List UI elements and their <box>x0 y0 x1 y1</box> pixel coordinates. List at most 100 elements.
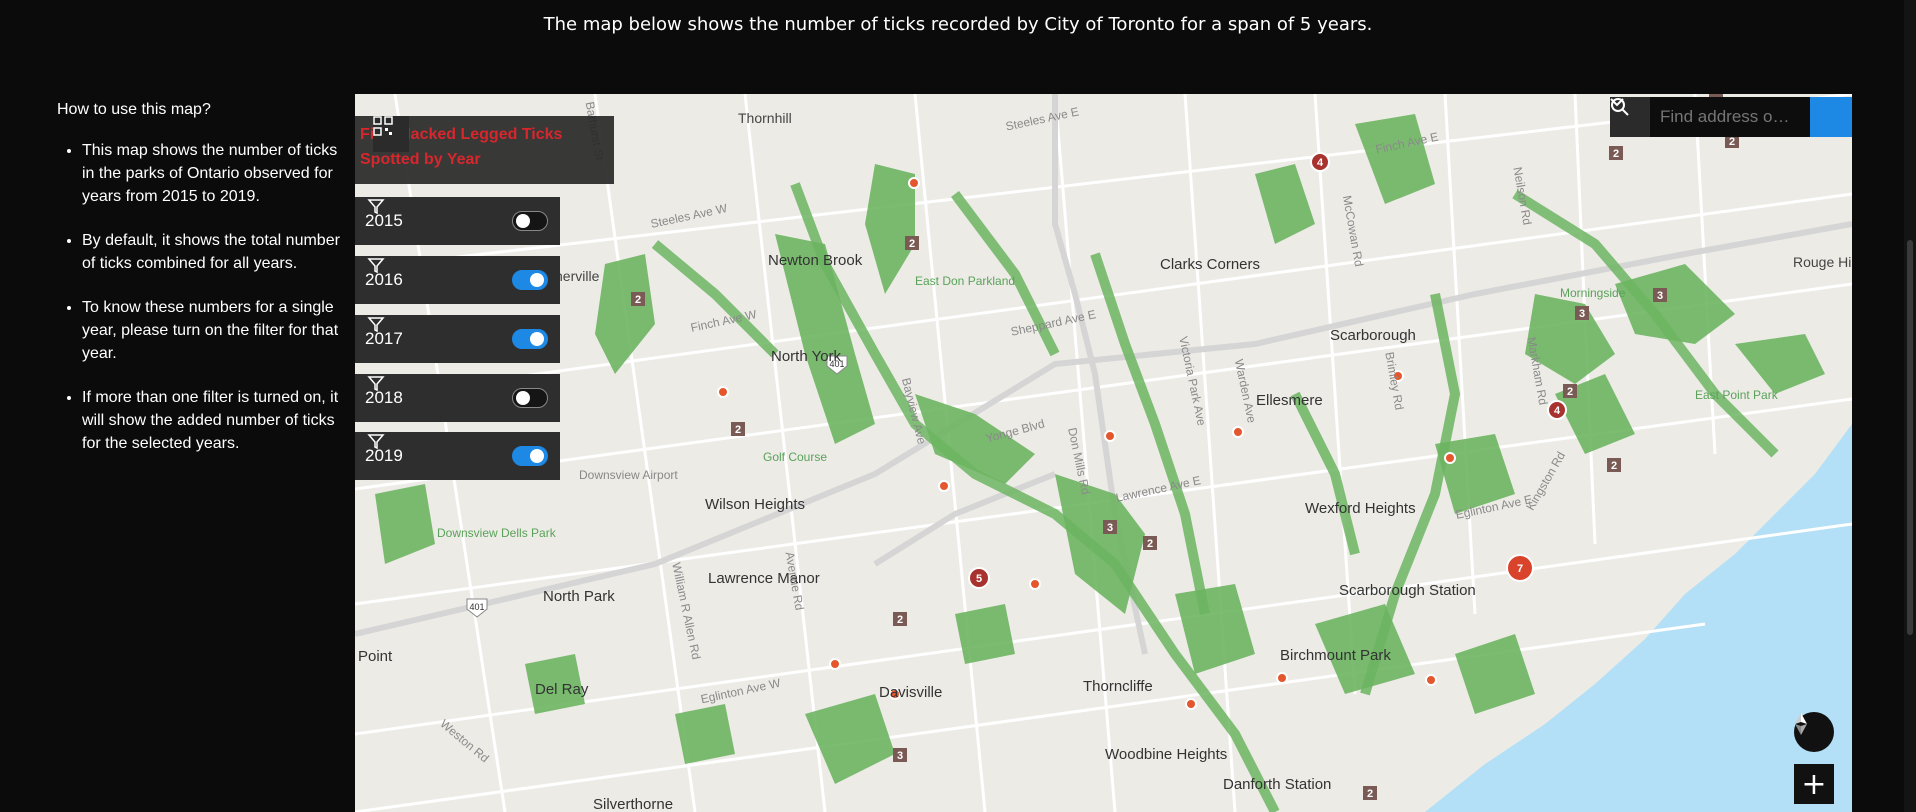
cluster-marker: 3 <box>1575 306 1589 320</box>
cluster-marker: 4 <box>1310 152 1330 172</box>
filter-toggle[interactable] <box>512 329 548 349</box>
how-to-panel: How to use this map? This map shows the … <box>57 98 347 476</box>
place-label: Wexford Heights <box>1305 500 1416 517</box>
park-label: Downsview Dells Park <box>437 526 556 540</box>
how-to-title: How to use this map? <box>57 101 211 118</box>
cluster-marker: 5 <box>968 567 990 589</box>
svg-text:4: 4 <box>1554 405 1561 417</box>
map-view[interactable]: 401 401 4 2 2 2 2 2 3 3 2 4 2 3 2 5 7 3 … <box>355 94 1852 812</box>
how-to-list: This map shows the number of ticks in th… <box>57 139 347 455</box>
cluster-marker: 4 <box>1547 400 1567 420</box>
svg-text:3: 3 <box>1107 522 1113 534</box>
filter-toggle[interactable] <box>512 388 548 408</box>
place-label: Birchmount Park <box>1280 647 1391 664</box>
place-label: North Park <box>543 588 615 605</box>
cluster-marker: 7 <box>1506 554 1534 582</box>
place-label: Rouge Hi <box>1793 254 1852 270</box>
zoom-in-button[interactable]: + <box>1794 764 1834 804</box>
filter-icon <box>367 434 385 450</box>
place-label: Woodbine Heights <box>1105 746 1228 763</box>
cluster-marker: 2 <box>731 422 745 436</box>
cluster-marker: 3 <box>893 748 907 762</box>
cluster-marker: 2 <box>1363 786 1377 800</box>
filter-icon <box>367 258 385 274</box>
filter-2017[interactable]: 2017 <box>355 315 560 363</box>
filter-icon <box>367 199 385 215</box>
search-icon <box>1611 98 1629 116</box>
cluster-marker: 2 <box>1607 458 1621 472</box>
place-label: Thornhill <box>738 110 792 126</box>
map-caption: The map below shows the number of ticks … <box>543 14 1373 35</box>
place-label: Thorncliffe <box>1083 678 1153 695</box>
basemap: 401 401 4 2 2 2 2 2 3 3 2 4 2 3 2 5 7 3 … <box>355 94 1852 812</box>
place-label: Point <box>358 648 393 665</box>
filter-icon <box>367 317 385 333</box>
svg-text:2: 2 <box>1367 788 1373 800</box>
svg-text:2: 2 <box>1567 386 1573 398</box>
svg-text:401: 401 <box>469 602 484 612</box>
filter-toggle[interactable] <box>512 446 548 466</box>
filter-2018[interactable]: 2018 <box>355 374 560 422</box>
filter-2019[interactable]: 2019 <box>355 432 560 480</box>
how-to-item: To know these numbers for a single year,… <box>82 296 347 365</box>
park-label: East Point Park <box>1695 388 1778 402</box>
search-input[interactable] <box>1650 97 1810 137</box>
plus-icon: + <box>1801 766 1827 802</box>
search-button[interactable] <box>1611 97 1852 137</box>
svg-text:2: 2 <box>909 238 915 250</box>
place-label: Lawrence Manor <box>708 570 820 587</box>
park-label: Morningside <box>1560 286 1626 300</box>
svg-text:5: 5 <box>976 573 982 585</box>
park-label: Golf Course <box>763 450 828 464</box>
cluster-marker: 3 <box>1103 520 1117 534</box>
qr-button[interactable] <box>373 116 409 152</box>
place-label: Wilson Heights <box>705 496 806 513</box>
svg-text:3: 3 <box>1579 308 1585 320</box>
scrollbar-thumb[interactable] <box>1907 240 1913 635</box>
place-label: nerville <box>555 268 600 284</box>
cluster-marker: 2 <box>631 292 645 306</box>
place-label: Newton Brook <box>768 252 863 269</box>
svg-text:2: 2 <box>1729 136 1735 148</box>
place-label: Clarks Corners <box>1160 256 1261 273</box>
how-to-item: If more than one filter is turned on, it… <box>82 386 347 455</box>
place-label: Danforth Station <box>1223 776 1332 793</box>
svg-text:2: 2 <box>1611 460 1617 472</box>
filter-2015[interactable]: 2015 <box>355 197 560 245</box>
place-label: Del Ray <box>535 681 589 698</box>
filter-icon <box>367 376 385 392</box>
cluster-marker: 2 <box>1143 536 1157 550</box>
how-to-item: This map shows the number of ticks in th… <box>82 139 347 208</box>
place-label: Downsview Airport <box>579 468 678 482</box>
cluster-marker: 2 <box>905 236 919 250</box>
place-label: Davisville <box>879 684 943 701</box>
cluster-marker: 2 <box>893 612 907 626</box>
cluster-marker: 2 <box>1609 146 1623 160</box>
svg-text:2: 2 <box>635 294 641 306</box>
svg-text:4: 4 <box>1317 157 1324 169</box>
svg-text:2: 2 <box>897 614 903 626</box>
svg-text:2: 2 <box>1613 148 1619 160</box>
svg-text:7: 7 <box>1517 563 1523 575</box>
svg-text:3: 3 <box>897 750 903 762</box>
filter-toggle[interactable] <box>512 211 548 231</box>
svg-text:2: 2 <box>735 424 741 436</box>
search-widget <box>1610 97 1852 137</box>
cluster-marker: 2 <box>1563 384 1577 398</box>
cluster-marker: 3 <box>1653 288 1667 302</box>
park-label: East Don Parkland <box>915 274 1016 288</box>
place-label: Ellesmere <box>1256 392 1323 409</box>
place-label: Scarborough <box>1330 327 1416 344</box>
place-label: Scarborough Station <box>1339 582 1476 599</box>
compass-icon <box>1795 713 1807 735</box>
page-scrollbar[interactable] <box>1904 0 1916 812</box>
qr-icon <box>373 116 393 136</box>
filter-toggle[interactable] <box>512 270 548 290</box>
svg-text:2: 2 <box>1147 538 1153 550</box>
filter-2016[interactable]: 2016 <box>355 256 560 304</box>
place-label: Silverthorne <box>593 796 674 812</box>
compass-button[interactable] <box>1794 712 1834 752</box>
place-label: North York <box>771 348 842 365</box>
svg-text:3: 3 <box>1657 290 1663 302</box>
how-to-item: By default, it shows the total number of… <box>82 229 347 275</box>
